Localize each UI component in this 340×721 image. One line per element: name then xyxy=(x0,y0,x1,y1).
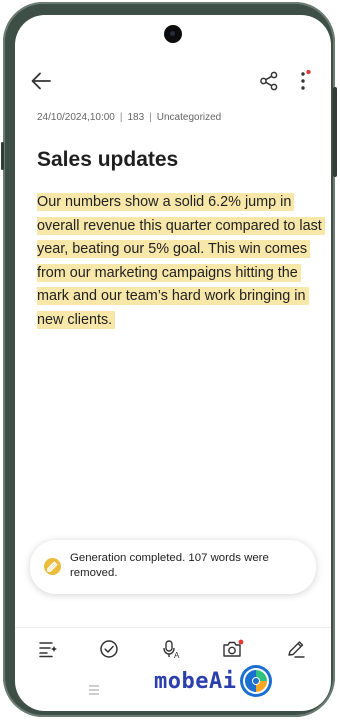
nav-menu-icon[interactable] xyxy=(87,683,101,695)
more-vertical-icon[interactable] xyxy=(293,67,315,95)
toast-message: Generation completed. 107 words were rem… xyxy=(70,552,269,579)
pencil-badge-icon xyxy=(44,558,61,575)
power-button xyxy=(1,142,4,170)
highlighted-text[interactable]: Our numbers show a solid 6.2% jump in ov… xyxy=(37,193,325,329)
note-title[interactable]: Sales updates xyxy=(37,148,178,172)
bottom-toolbar: A xyxy=(15,627,331,668)
toast-notification: Generation completed. 107 words were rem… xyxy=(30,540,316,594)
checklist-icon[interactable] xyxy=(96,636,122,662)
watermark-text: mobeAi xyxy=(154,668,237,694)
meta-separator: | xyxy=(149,112,152,123)
notification-dot xyxy=(306,70,311,75)
note-date: 24/10/2024,10:00 xyxy=(37,112,115,123)
front-camera xyxy=(164,25,182,43)
note-body[interactable]: Our numbers show a solid 6.2% jump in ov… xyxy=(37,191,327,332)
note-category[interactable]: Uncategorized xyxy=(157,112,221,123)
screen: 24/10/2024,10:00 | 183 | Uncategorized S… xyxy=(15,15,331,711)
back-arrow-icon[interactable] xyxy=(27,67,55,95)
share-icon[interactable] xyxy=(255,67,283,95)
watermark-logo-icon xyxy=(240,665,273,697)
camera-icon[interactable] xyxy=(220,636,246,662)
text-style-icon[interactable] xyxy=(35,636,61,662)
meta-separator: | xyxy=(119,112,123,123)
phone-frame: 24/10/2024,10:00 | 183 | Uncategorized S… xyxy=(1,2,337,717)
pen-icon[interactable] xyxy=(283,636,309,662)
svg-text:A: A xyxy=(174,651,180,659)
mobeai-watermark: mobeAi xyxy=(154,663,273,699)
note-word-count: 183 xyxy=(127,112,145,123)
voice-recording-icon[interactable]: A xyxy=(158,636,184,662)
volume-button xyxy=(333,87,337,177)
note-metadata: 24/10/2024,10:00 | 183 | Uncategorized xyxy=(37,112,221,123)
notification-dot xyxy=(238,639,244,645)
top-toolbar xyxy=(15,67,331,97)
